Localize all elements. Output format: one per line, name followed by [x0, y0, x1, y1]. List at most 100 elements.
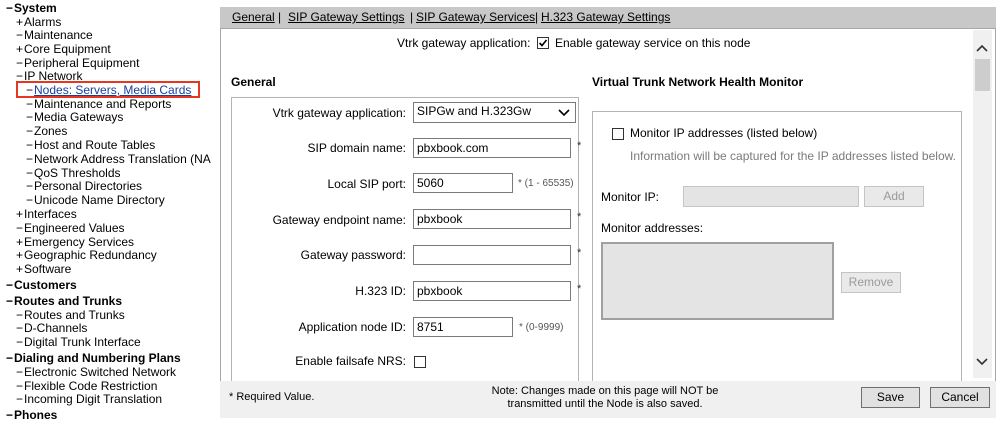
nav-item-customers[interactable]: −Customers: [6, 278, 77, 292]
collapse-icon[interactable]: −: [26, 193, 34, 207]
expand-icon[interactable]: +: [16, 207, 24, 221]
gateway-endpoint-input[interactable]: [413, 209, 571, 229]
cancel-button[interactable]: Cancel: [930, 387, 990, 408]
nav-item-label[interactable]: Geographic Redundancy: [24, 248, 157, 262]
collapse-icon[interactable]: −: [16, 28, 24, 42]
collapse-icon[interactable]: −: [16, 321, 24, 335]
nav-item-label[interactable]: Routes and Trunks: [24, 308, 125, 322]
nav-item-peripheral-equipment[interactable]: −Peripheral Equipment: [16, 56, 139, 70]
collapse-icon[interactable]: −: [26, 152, 34, 166]
nav-item-core-equipment[interactable]: +Core Equipment: [16, 42, 111, 56]
vtrk-app-select[interactable]: SIPGw and H.323Gw: [413, 102, 576, 123]
collapse-icon[interactable]: −: [6, 1, 14, 15]
collapse-icon[interactable]: −: [16, 365, 24, 379]
local-sip-port-input[interactable]: [413, 173, 513, 193]
nav-item-network-address-translation-na[interactable]: −Network Address Translation (NA: [26, 152, 211, 166]
nav-item-flexible-code-restriction[interactable]: −Flexible Code Restriction: [16, 379, 157, 393]
nav-item-label[interactable]: Network Address Translation (NA: [34, 152, 211, 166]
nav-item-label[interactable]: Flexible Code Restriction: [24, 379, 157, 393]
expand-icon[interactable]: +: [16, 262, 24, 276]
nav-item-unicode-name-directory[interactable]: −Unicode Name Directory: [26, 193, 165, 207]
nav-item-label[interactable]: Emergency Services: [24, 235, 134, 249]
gateway-password-input[interactable]: [413, 245, 571, 265]
nav-item-label[interactable]: Customers: [14, 278, 77, 292]
collapse-icon[interactable]: −: [6, 278, 14, 292]
nav-item-label[interactable]: System: [14, 1, 57, 15]
collapse-icon[interactable]: −: [16, 392, 24, 406]
nav-item-personal-directories[interactable]: −Personal Directories: [26, 179, 142, 193]
collapse-icon[interactable]: −: [16, 221, 24, 235]
tab-general[interactable]: General: [232, 7, 275, 28]
failsafe-nrs-checkbox[interactable]: [414, 356, 426, 368]
nav-item-qos-thresholds[interactable]: −QoS Thresholds: [26, 166, 121, 180]
nav-item-routes-and-trunks[interactable]: −Routes and Trunks: [6, 294, 122, 308]
nav-item-label[interactable]: Phones: [14, 408, 57, 422]
nav-item-label[interactable]: Peripheral Equipment: [24, 56, 139, 70]
nav-item-alarms[interactable]: +Alarms: [16, 15, 61, 29]
sip-domain-input[interactable]: [413, 138, 571, 158]
nav-item-label[interactable]: Maintenance and Reports: [34, 97, 171, 111]
collapse-icon[interactable]: −: [26, 166, 34, 180]
nav-item-label[interactable]: Maintenance: [24, 28, 93, 42]
monitor-addresses-list[interactable]: [601, 242, 834, 320]
nav-item-zones[interactable]: −Zones: [26, 124, 67, 138]
nav-item-engineered-values[interactable]: −Engineered Values: [16, 221, 125, 235]
collapse-icon[interactable]: −: [26, 138, 34, 152]
nav-item-label[interactable]: QoS Thresholds: [34, 166, 121, 180]
nav-item-dialing-and-numbering-plans[interactable]: −Dialing and Numbering Plans: [6, 351, 181, 365]
nav-item-system[interactable]: −System: [6, 1, 57, 15]
tab-sip-gateway-settings[interactable]: SIP Gateway Settings: [288, 7, 405, 28]
nav-item-label[interactable]: Interfaces: [24, 207, 77, 221]
collapse-icon[interactable]: −: [6, 408, 14, 422]
collapse-icon[interactable]: −: [26, 124, 34, 138]
nav-item-label[interactable]: Host and Route Tables: [34, 138, 155, 152]
enable-gateway-checkbox[interactable]: [537, 37, 549, 49]
nav-item-host-and-route-tables[interactable]: −Host and Route Tables: [26, 138, 155, 152]
nav-item-label[interactable]: Zones: [34, 124, 67, 138]
nav-item-label[interactable]: Routes and Trunks: [14, 294, 122, 308]
monitor-ip-checkbox[interactable]: [612, 128, 624, 140]
collapse-icon[interactable]: −: [26, 97, 34, 111]
nav-item-routes-and-trunks[interactable]: −Routes and Trunks: [16, 308, 125, 322]
expand-icon[interactable]: +: [16, 248, 24, 262]
nav-item-label[interactable]: Incoming Digit Translation: [24, 392, 162, 406]
nav-item-d-channels[interactable]: −D-Channels: [16, 321, 87, 335]
nav-item-label[interactable]: Software: [24, 262, 71, 276]
collapse-icon[interactable]: −: [16, 379, 24, 393]
nav-item-phones[interactable]: −Phones: [6, 408, 57, 422]
collapse-icon[interactable]: −: [16, 308, 24, 322]
scrollbar-thumb[interactable]: [973, 59, 990, 91]
monitor-ip-input[interactable]: [683, 186, 859, 207]
add-button[interactable]: Add: [864, 186, 924, 207]
h323-id-input[interactable]: [413, 281, 571, 301]
nav-item-label[interactable]: Core Equipment: [24, 42, 111, 56]
expand-icon[interactable]: +: [16, 235, 24, 249]
nav-item-label[interactable]: Personal Directories: [34, 179, 142, 193]
collapse-icon[interactable]: −: [6, 294, 14, 308]
chevron-down-icon[interactable]: [975, 357, 989, 367]
expand-icon[interactable]: +: [16, 15, 24, 29]
collapse-icon[interactable]: −: [26, 179, 34, 193]
tab-sip-gateway-services[interactable]: SIP Gateway Services: [416, 7, 535, 28]
nav-item-software[interactable]: +Software: [16, 262, 71, 276]
nav-item-label[interactable]: Media Gateways: [34, 110, 123, 124]
save-button[interactable]: Save: [861, 387, 920, 408]
app-node-id-input[interactable]: [413, 317, 513, 337]
nav-item-emergency-services[interactable]: +Emergency Services: [16, 235, 134, 249]
nav-item-electronic-switched-network[interactable]: −Electronic Switched Network: [16, 365, 176, 379]
nav-item-label[interactable]: Digital Trunk Interface: [24, 335, 141, 349]
nav-item-maintenance[interactable]: −Maintenance: [16, 28, 93, 42]
collapse-icon[interactable]: −: [16, 56, 24, 70]
collapse-icon[interactable]: −: [26, 110, 34, 124]
nav-item-digital-trunk-interface[interactable]: −Digital Trunk Interface: [16, 335, 141, 349]
nav-item-geographic-redundancy[interactable]: +Geographic Redundancy: [16, 248, 157, 262]
remove-button[interactable]: Remove: [841, 272, 901, 293]
collapse-icon[interactable]: −: [16, 335, 24, 349]
chevron-up-icon[interactable]: [975, 43, 989, 53]
nav-item-label[interactable]: Electronic Switched Network: [24, 365, 176, 379]
tab-h323-gateway-settings[interactable]: H.323 Gateway Settings: [541, 7, 670, 28]
nav-item-label[interactable]: Alarms: [24, 15, 61, 29]
nav-item-label[interactable]: Unicode Name Directory: [34, 193, 165, 207]
collapse-icon[interactable]: −: [6, 351, 14, 365]
nav-item-label[interactable]: Dialing and Numbering Plans: [14, 351, 181, 365]
